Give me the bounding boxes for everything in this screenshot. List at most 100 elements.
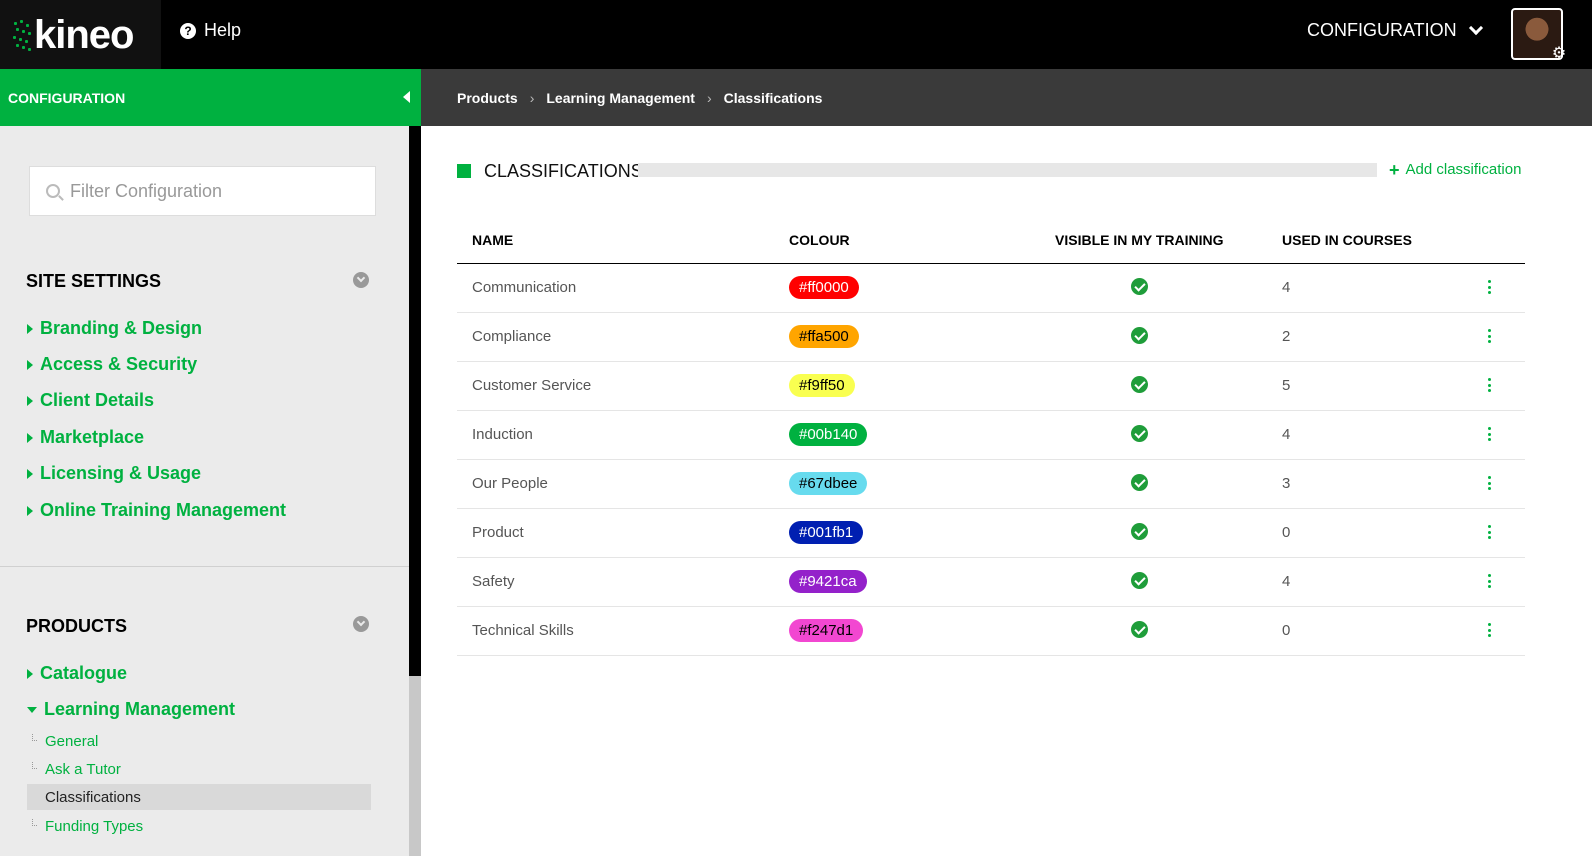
row-actions-menu[interactable] bbox=[1485, 279, 1493, 295]
kebab-dot-icon bbox=[1487, 291, 1491, 294]
kebab-dot-icon bbox=[1487, 340, 1491, 343]
add-classification-button[interactable]: + Add classification bbox=[1389, 161, 1521, 179]
sidebar-item-label: Branding & Design bbox=[40, 318, 203, 338]
classification-name: Induction bbox=[472, 426, 533, 443]
sidebar-scrollbar-thumb[interactable] bbox=[409, 126, 421, 676]
check-circle-icon bbox=[1131, 621, 1148, 638]
sidebar-subitem-classifications[interactable]: Classifications bbox=[27, 784, 371, 810]
classification-name: Communication bbox=[472, 279, 577, 296]
collapse-sidebar-icon[interactable] bbox=[403, 91, 410, 103]
logo-dots-icon bbox=[12, 18, 32, 52]
row-actions-menu[interactable] bbox=[1485, 328, 1493, 344]
sidebar-subitem-label: General bbox=[45, 732, 99, 750]
help-label: Help bbox=[204, 20, 242, 40]
colour-badge: #9421ca bbox=[789, 570, 867, 593]
classification-name: Safety bbox=[472, 573, 515, 590]
used-in-courses-count: 0 bbox=[1282, 622, 1291, 639]
sidebar-item-licensing-usage[interactable]: Licensing & Usage bbox=[27, 463, 201, 484]
sidebar-item-label: Client Details bbox=[40, 390, 155, 410]
sidebar-subitem-funding-types[interactable]: Funding Types bbox=[27, 813, 371, 839]
table-row[interactable]: Product #001fb1 0 bbox=[457, 509, 1525, 558]
sidebar: SITE SETTINGS Branding & Design Access &… bbox=[0, 126, 409, 856]
table-row[interactable]: Customer Service #f9ff50 5 bbox=[457, 362, 1525, 411]
check-circle-icon bbox=[1131, 425, 1148, 442]
table-row[interactable]: Induction #00b140 4 bbox=[457, 411, 1525, 460]
page-title: CLASSIFICATIONS bbox=[484, 161, 643, 181]
sidebar-item-learning-management[interactable]: Learning Management bbox=[27, 699, 235, 720]
check-circle-icon bbox=[1131, 523, 1148, 540]
caret-right-icon bbox=[27, 505, 33, 516]
table-row[interactable]: Communication #ff0000 4 bbox=[457, 264, 1525, 313]
table-row[interactable]: Compliance #ffa500 2 bbox=[457, 313, 1525, 362]
row-actions-menu[interactable] bbox=[1485, 622, 1493, 638]
kebab-dot-icon bbox=[1487, 579, 1491, 583]
used-in-courses-count: 5 bbox=[1282, 377, 1291, 394]
site-settings-toggle-icon[interactable] bbox=[353, 272, 369, 288]
title-rule bbox=[638, 163, 1377, 177]
sidebar-item-branding-design[interactable]: Branding & Design bbox=[27, 318, 202, 339]
used-in-courses-count: 2 bbox=[1282, 328, 1291, 345]
help-link[interactable]: ? Help bbox=[180, 20, 241, 41]
breadcrumb-classifications: Classifications bbox=[723, 89, 823, 106]
search-icon bbox=[46, 184, 60, 198]
breadcrumb-learning-management[interactable]: Learning Management bbox=[546, 90, 695, 106]
section-title-site-settings: SITE SETTINGS bbox=[26, 271, 162, 291]
check-circle-icon bbox=[1131, 278, 1148, 295]
classification-name: Product bbox=[472, 524, 524, 541]
sidebar-divider bbox=[0, 566, 409, 567]
sidebar-subitem-ask-a-tutor[interactable]: Ask a Tutor bbox=[27, 756, 371, 782]
table-row[interactable]: Technical Skills #f247d1 0 bbox=[457, 607, 1525, 656]
classifications-table: Communication #ff0000 4 Compliance #ffa5… bbox=[457, 264, 1525, 656]
used-in-courses-count: 3 bbox=[1282, 475, 1291, 492]
products-toggle-icon[interactable] bbox=[353, 616, 369, 632]
table-row[interactable]: Safety #9421ca 4 bbox=[457, 558, 1525, 607]
configuration-menu[interactable]: CONFIGURATION bbox=[1307, 20, 1483, 41]
kebab-dot-icon bbox=[1487, 481, 1491, 485]
row-actions-menu[interactable] bbox=[1485, 524, 1493, 540]
kebab-dot-icon bbox=[1487, 389, 1491, 392]
column-header-used[interactable]: USED IN COURSES bbox=[1282, 232, 1412, 248]
kebab-dot-icon bbox=[1487, 334, 1491, 338]
sidebar-item-label: Catalogue bbox=[40, 663, 128, 683]
sidebar-item-marketplace[interactable]: Marketplace bbox=[27, 427, 144, 448]
section-title-products: PRODUCTS bbox=[26, 616, 128, 636]
caret-right-icon bbox=[27, 323, 33, 334]
used-in-courses-count: 4 bbox=[1282, 573, 1291, 590]
row-actions-menu[interactable] bbox=[1485, 426, 1493, 442]
classification-name: Technical Skills bbox=[472, 622, 574, 639]
kineo-logo[interactable]: kineo bbox=[0, 0, 161, 69]
sidebar-item-client-details[interactable]: Client Details bbox=[27, 390, 154, 411]
colour-badge: #ff0000 bbox=[789, 276, 859, 299]
column-header-visible[interactable]: VISIBLE IN MY TRAINING bbox=[1055, 232, 1224, 248]
sidebar-item-catalogue[interactable]: Catalogue bbox=[27, 663, 127, 684]
kebab-dot-icon bbox=[1487, 530, 1491, 534]
table-row[interactable]: Our People #67dbee 3 bbox=[457, 460, 1525, 509]
caret-right-icon bbox=[27, 468, 33, 479]
caret-down-icon bbox=[27, 706, 37, 713]
sidebar-subitem-general[interactable]: General bbox=[27, 728, 371, 754]
sidebar-item-online-training-management[interactable]: Online Training Management bbox=[27, 500, 286, 521]
row-actions-menu[interactable] bbox=[1485, 573, 1493, 589]
breadcrumb-products[interactable]: Products bbox=[457, 90, 518, 106]
tree-branch-icon bbox=[32, 819, 37, 826]
filter-configuration-field[interactable] bbox=[29, 166, 376, 216]
sidebar-item-access-security[interactable]: Access & Security bbox=[27, 354, 197, 375]
gear-icon: ⚙ bbox=[1551, 45, 1567, 62]
used-in-courses-count: 4 bbox=[1282, 279, 1291, 296]
filter-configuration-input[interactable] bbox=[70, 180, 360, 202]
check-circle-icon bbox=[1131, 474, 1148, 491]
kebab-dot-icon bbox=[1487, 476, 1491, 479]
column-header-colour[interactable]: COLOUR bbox=[789, 232, 850, 248]
tree-branch-icon bbox=[32, 734, 37, 741]
used-in-courses-count: 4 bbox=[1282, 426, 1291, 443]
avatar[interactable]: ⚙ bbox=[1511, 8, 1566, 62]
classification-name: Customer Service bbox=[472, 377, 592, 394]
row-actions-menu[interactable] bbox=[1485, 377, 1493, 393]
colour-badge: #f247d1 bbox=[789, 619, 864, 642]
row-actions-menu[interactable] bbox=[1485, 475, 1493, 491]
sidebar-item-label: Access & Security bbox=[40, 354, 198, 374]
check-circle-icon bbox=[1131, 572, 1148, 589]
column-header-name[interactable]: NAME bbox=[472, 232, 513, 248]
title-marker-icon bbox=[457, 164, 471, 178]
kebab-dot-icon bbox=[1487, 432, 1491, 436]
